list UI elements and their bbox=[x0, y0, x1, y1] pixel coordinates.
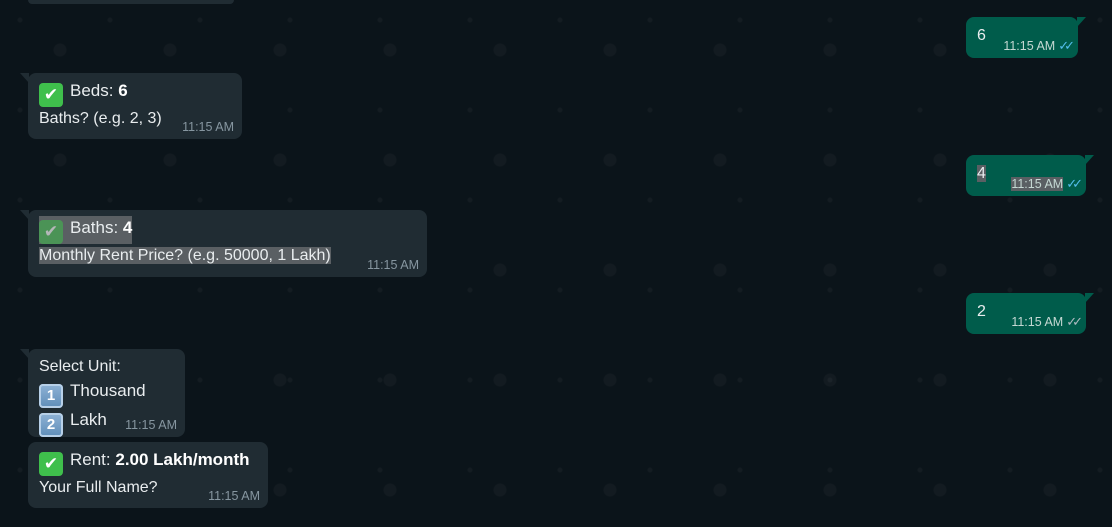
message-time: 11:15 AM ✓✓ bbox=[1011, 314, 1083, 330]
outgoing-message[interactable]: 2 11:15 AM ✓✓ bbox=[966, 293, 1094, 334]
incoming-message[interactable]: ✔ Rent: 2.00 Lakh/month Your Full Name? 1… bbox=[28, 442, 268, 508]
baths-value: 4 bbox=[122, 218, 133, 237]
incoming-message[interactable]: ✔ Baths: 4 Monthly Rent Price? (e.g. 5000… bbox=[20, 210, 427, 277]
option-thousand: 1 Thousand bbox=[39, 379, 175, 408]
message-time: 11:15 AM bbox=[125, 418, 177, 432]
outgoing-message[interactable]: 4 11:15 AM ✓✓ bbox=[966, 155, 1094, 196]
check-mark-button-icon: ✔ bbox=[39, 83, 63, 107]
incoming-message[interactable]: Select Unit: 1 Thousand 2 Lakh 11:15 AM bbox=[20, 349, 185, 437]
message-line: ✔ Beds: 6 bbox=[39, 79, 232, 107]
message-line: ✔ Baths: 4 bbox=[39, 216, 417, 244]
check-mark-button-icon: ✔ bbox=[39, 452, 63, 476]
outgoing-message[interactable]: 6 11:15 AM ✓✓ bbox=[966, 17, 1086, 58]
message-time: 11:15 AM bbox=[367, 258, 419, 272]
beds-value: 6 bbox=[118, 81, 128, 100]
keycap-digit-icon: 1 bbox=[39, 384, 63, 408]
message-text: 6 bbox=[977, 27, 986, 44]
message-line: Monthly Rent Price? (e.g. 50000, 1 Lakh) bbox=[39, 247, 331, 264]
message-time: 11:15 AM ✓✓ bbox=[1003, 38, 1075, 54]
message-time: 11:15 AM bbox=[208, 489, 260, 503]
message-line: ✔ Rent: 2.00 Lakh/month bbox=[39, 448, 258, 476]
incoming-message[interactable]: ✔ Beds: 6 Baths? (e.g. 2, 3) 11:15 AM bbox=[20, 73, 242, 139]
message-text: 4 bbox=[977, 165, 986, 182]
message-line: Select Unit: bbox=[39, 358, 121, 375]
double-check-icon: ✓✓ bbox=[1066, 176, 1083, 191]
message-time: 11:15 AM bbox=[182, 120, 234, 134]
previous-message-edge bbox=[28, 0, 234, 4]
keycap-digit-icon: 2 bbox=[39, 413, 63, 437]
double-check-icon: ✓✓ bbox=[1058, 38, 1075, 53]
double-check-icon: ✓✓ bbox=[1066, 314, 1083, 329]
rent-value: 2.00 Lakh/month bbox=[115, 450, 250, 469]
message-time: 11:15 AM ✓✓ bbox=[1011, 176, 1083, 191]
message-text: 2 bbox=[977, 303, 986, 320]
check-mark-button-icon: ✔ bbox=[39, 220, 63, 244]
